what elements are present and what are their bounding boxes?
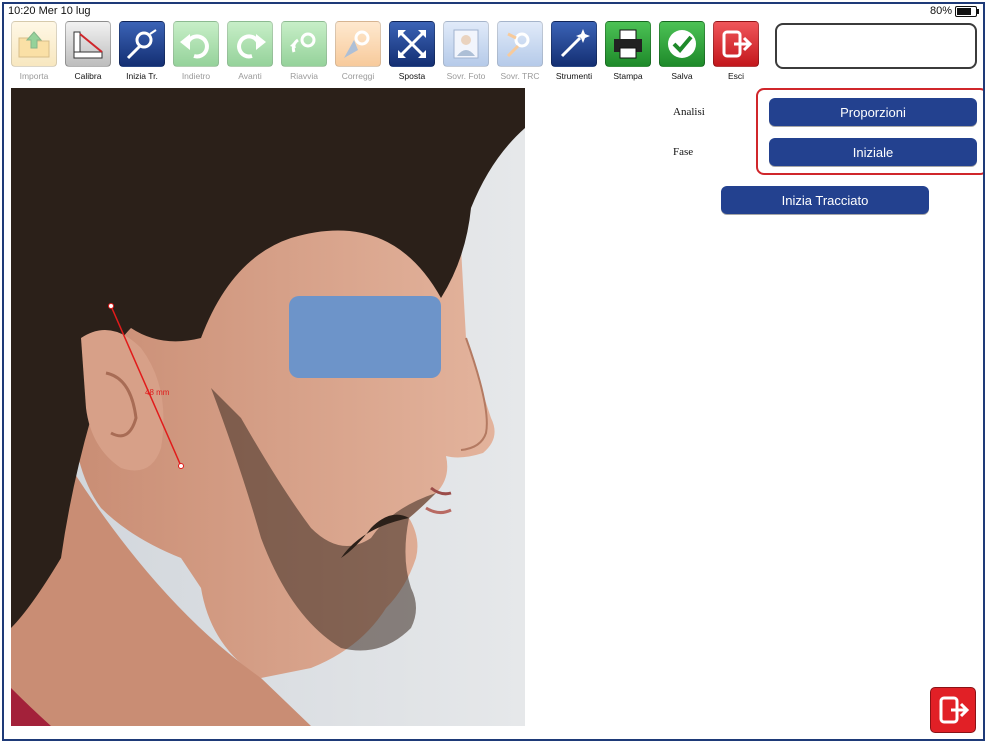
privacy-blocker	[289, 296, 441, 378]
toolbar-exit-button[interactable]: Esci	[710, 21, 762, 85]
undo-arrow-icon	[173, 21, 219, 67]
toolbar-correct-label: Correggi	[341, 71, 375, 81]
toolbar-move-button[interactable]: Sposta	[386, 21, 438, 85]
search-input[interactable]	[775, 23, 977, 69]
toolbar-redo-button[interactable]: Avanti	[224, 21, 276, 85]
toolbar-undo-label: Indietro	[181, 71, 211, 81]
correct-icon	[335, 21, 381, 67]
start-tracing-icon	[119, 21, 165, 67]
toolbar-move-label: Sposta	[398, 71, 426, 81]
toolbar-start-tracing-label: Inizia Tr.	[126, 71, 158, 81]
analisi-select-button[interactable]: Proporzioni	[769, 98, 977, 126]
redo-arrow-icon	[227, 21, 273, 67]
move-arrows-icon	[389, 21, 435, 67]
restart-icon	[281, 21, 327, 67]
toolbar-overlay-trc-button[interactable]: Sovr. TRC	[494, 21, 546, 85]
app-window: 10:20 Mer 10 lug 80% Importa Calibra Ini…	[2, 2, 985, 741]
toolbar-import-button[interactable]: Importa	[8, 21, 60, 85]
toolbar-save-label: Salva	[671, 71, 693, 81]
toolbar-overlay-trc-label: Sovr. TRC	[500, 71, 540, 81]
fase-select-button[interactable]: Iniziale	[769, 138, 977, 166]
toolbar-overlay-photo-label: Sovr. Foto	[446, 71, 486, 81]
status-bar: 10:20 Mer 10 lug 80%	[4, 4, 983, 18]
fase-label: Fase	[673, 146, 694, 158]
exit-door-icon	[713, 21, 759, 67]
toolbar-exit-label: Esci	[727, 71, 745, 81]
battery-indicator: 80%	[929, 4, 979, 18]
toolbar: Importa Calibra Inizia Tr. Indietro Avan…	[4, 19, 764, 87]
toolbar-overlay-photo-button[interactable]: Sovr. Foto	[440, 21, 492, 85]
analisi-label: Analisi	[673, 106, 705, 118]
patient-photo-image: 48 mm	[11, 88, 525, 726]
toolbar-redo-label: Avanti	[238, 71, 262, 81]
patient-photo[interactable]: 48 mm	[11, 88, 525, 726]
import-folder-icon	[11, 21, 57, 67]
status-time: 10:20 Mer 10 lug	[8, 5, 91, 17]
printer-icon	[605, 21, 651, 67]
battery-percent: 80%	[929, 5, 952, 17]
toolbar-restart-label: Riavvia	[290, 71, 318, 81]
toolbar-start-tracing-button[interactable]: Inizia Tr.	[116, 21, 168, 85]
calibrate-ruler-icon	[65, 21, 111, 67]
battery-icon	[955, 5, 979, 17]
calibration-point-start[interactable]	[108, 303, 114, 309]
toolbar-restart-button[interactable]: Riavvia	[278, 21, 330, 85]
toolbar-undo-button[interactable]: Indietro	[170, 21, 222, 85]
calibration-measure-label: 48 mm	[145, 388, 170, 397]
toolbar-import-label: Importa	[19, 71, 49, 81]
calibration-point-end[interactable]	[178, 463, 184, 469]
exit-corner-button[interactable]	[930, 687, 976, 733]
start-tracing-button[interactable]: Inizia Tracciato	[721, 186, 929, 214]
toolbar-save-button[interactable]: Salva	[656, 21, 708, 85]
toolbar-correct-button[interactable]: Correggi	[332, 21, 384, 85]
toolbar-calibrate-label: Calibra	[74, 71, 102, 81]
tools-wand-icon	[551, 21, 597, 67]
save-check-icon	[659, 21, 705, 67]
overlay-photo-icon	[443, 21, 489, 67]
toolbar-print-button[interactable]: Stampa	[602, 21, 654, 85]
overlay-trc-icon	[497, 21, 543, 67]
toolbar-tools-label: Strumenti	[555, 71, 593, 81]
toolbar-tools-button[interactable]: Strumenti	[548, 21, 600, 85]
exit-door-icon	[939, 696, 970, 724]
toolbar-print-label: Stampa	[613, 71, 643, 81]
toolbar-calibrate-button[interactable]: Calibra	[62, 21, 114, 85]
